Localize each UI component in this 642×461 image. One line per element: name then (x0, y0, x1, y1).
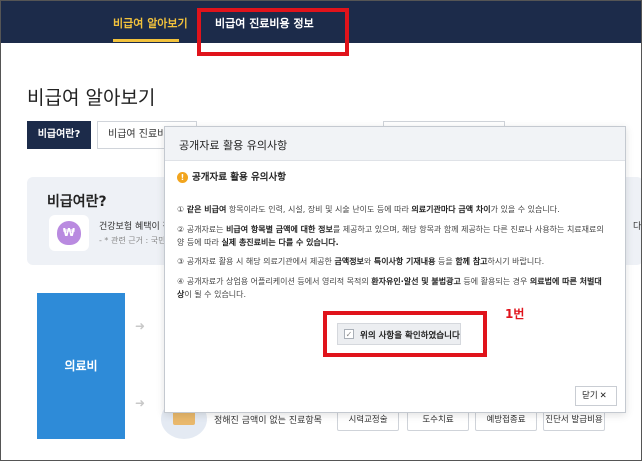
notice-heading-text: 공개자료 활용 유의사항 (192, 172, 287, 183)
item-text: 항목이라도 인력, 시설, 장비 및 시술 난이도 등에 따라 (226, 205, 412, 214)
medical-cost-label: 의료비 (64, 359, 98, 373)
item-text: 공개자료가 상업용 어플리케이션 등에서 영리적 목적의 (186, 277, 372, 286)
item-text: 등에 활용되는 경우 (460, 277, 530, 286)
item-text: 공개자료 활용 시 해당 의료기관에서 제공한 (186, 257, 335, 266)
tab-noncovered-info[interactable]: 비급여 알아보기 (113, 15, 188, 31)
item-text: 등을 (435, 257, 456, 266)
annotation-box-tab (197, 8, 349, 56)
notice-item: ① 같은 비급여 항목이라도 인력, 시설, 장비 및 시술 난이도 등에 따라… (177, 203, 607, 216)
item-text: 가 있을 수 있습니다. (490, 205, 560, 214)
modal-title: 공개자료 활용 유의사항 (179, 139, 288, 152)
item-text-bold: 비급여 항목별 금액에 대한 정보 (226, 225, 333, 234)
page-title: 비급여 알아보기 (27, 87, 156, 109)
item-text-bold: 실제 총진료비는 다를 수 있습니다. (221, 238, 339, 247)
screenshot-frame: 비급여 알아보기 비급여 진료비용 정보 비급여 알아보기 비급여란? 비급여 … (0, 0, 642, 461)
item-number: ② (177, 225, 185, 234)
item-number: ④ (177, 277, 185, 286)
notice-heading: ! 공개자료 활용 유의사항 (177, 169, 286, 183)
item-text: 와 (363, 257, 374, 266)
arrow-right-icon: ➜ (135, 396, 146, 410)
item-text-bold: 금액정보 (334, 257, 364, 266)
annotation-label: 1번 (505, 307, 525, 321)
close-label: 닫기 (582, 391, 598, 401)
unfixed-price-label: 정해진 금액이 없는 진료항목 (214, 416, 322, 426)
item-text-bold: 함께 참고 (455, 257, 488, 266)
item-number: ① (177, 205, 185, 214)
info-card-tail: 다 (633, 222, 642, 232)
notice-list: ① 같은 비급여 항목이라도 인력, 시설, 장비 및 시술 난이도 등에 따라… (171, 193, 619, 313)
item-text: 공개자료는 (186, 225, 227, 234)
money-bag-icon: ₩ (57, 221, 81, 245)
item-text: 하시기 바랍니다. (487, 257, 545, 266)
item-text-bold: 같은 비급여 (186, 205, 227, 214)
item-text: 이 될 수 있습니다. (184, 290, 247, 299)
item-text-bold: 의료기관마다 금액 차이 (411, 205, 491, 214)
modal-header: 공개자료 활용 유의사항 (165, 127, 625, 161)
info-card-title: 비급여란? (47, 194, 107, 210)
notice-modal: 공개자료 활용 유의사항 ! 공개자료 활용 유의사항 ① 같은 비급여 항목이라… (164, 126, 626, 413)
notice-item: ② 공개자료는 비급여 항목별 금액에 대한 정보를 제공하고 있으며, 해당 … (177, 223, 607, 249)
item-number: ③ (177, 257, 185, 266)
notice-item: ④ 공개자료가 상업용 어플리케이션 등에서 영리적 목적의 환자유인·알선 및… (177, 275, 607, 301)
close-button[interactable]: 닫기 ✕ (575, 386, 617, 406)
pill-what-is-noncovered[interactable]: 비급여란? (27, 121, 91, 149)
active-tab-indicator (113, 39, 179, 42)
item-text-bold: 환자유인·알선 및 불법광고 (371, 277, 461, 286)
warning-icon: ! (177, 172, 188, 183)
info-card-description: 건강보험 혜택이 적 (99, 222, 171, 232)
close-icon: ✕ (599, 391, 607, 401)
annotation-box-confirm (323, 311, 487, 357)
arrow-right-icon: ➜ (135, 319, 146, 333)
notice-item: ③ 공개자료 활용 시 해당 의료기관에서 제공한 금액정보와 특이사항 기재내… (177, 255, 607, 268)
info-card-note: - * 관련 근거 : 국민건 (99, 236, 173, 245)
item-text-bold: 특이사항 기재내용 (373, 257, 436, 266)
